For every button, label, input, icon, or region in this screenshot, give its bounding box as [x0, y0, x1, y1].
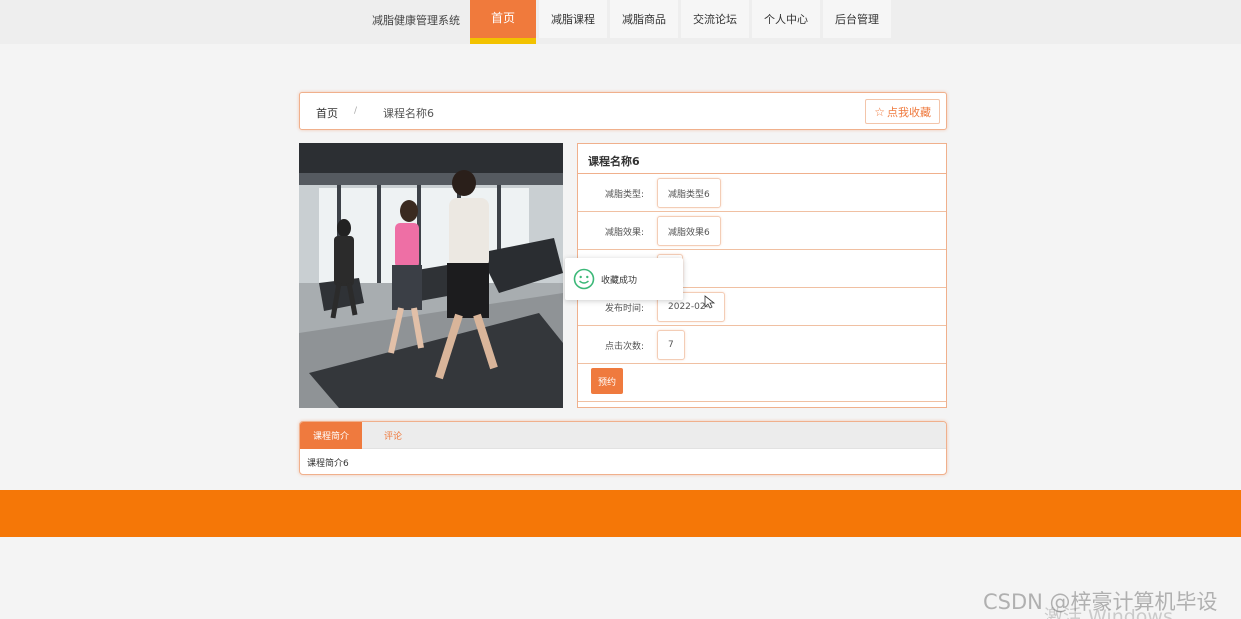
detail-row-clicks: 点击次数: 7 [578, 326, 946, 364]
star-icon: ☆ [874, 104, 885, 119]
tab-intro[interactable]: 课程简介 [300, 422, 362, 449]
toast-text: 收藏成功 [601, 275, 638, 286]
site-brand[interactable]: 减脂健康管理系统 [372, 12, 460, 28]
detail-label: 发布时间: [604, 304, 644, 314]
detail-value: 7 [657, 330, 685, 360]
page-footer [0, 490, 1241, 537]
book-button[interactable]: 预约 [591, 368, 623, 394]
nav-item-products[interactable]: 减脂商品 [610, 0, 678, 38]
breadcrumb: 首页 / 课程名称6 ☆ 点我收藏 [299, 92, 947, 130]
tab-comments[interactable]: 评论 [362, 422, 424, 449]
nav-item-home[interactable]: 首页 [470, 0, 536, 44]
course-tabs: 课程简介 评论 课程简介6 [299, 421, 947, 475]
tab-bar: 课程简介 评论 [300, 422, 946, 449]
detail-label: 点击次数: [604, 342, 644, 352]
main-nav: 首页 减脂课程 减脂商品 交流论坛 个人中心 后台管理 [470, 0, 894, 44]
nav-item-admin[interactable]: 后台管理 [823, 0, 891, 38]
course-image [299, 143, 563, 408]
breadcrumb-home[interactable]: 首页 [316, 105, 338, 121]
mouse-cursor-icon [704, 295, 716, 309]
detail-label: 减脂效果: [604, 228, 644, 238]
favorite-button-label: 点我收藏 [887, 105, 931, 119]
tab-content: 课程简介6 [307, 459, 349, 469]
favorite-button[interactable]: ☆ 点我收藏 [865, 99, 940, 124]
nav-item-courses[interactable]: 减脂课程 [539, 0, 607, 38]
detail-row-type: 减脂类型: 减脂类型6 [578, 174, 946, 212]
smile-icon [573, 268, 595, 290]
detail-value: 减脂类型6 [657, 178, 721, 208]
top-navbar: 减脂健康管理系统 首页 减脂课程 减脂商品 交流论坛 个人中心 后台管理 [0, 0, 1241, 44]
toast-message: 收藏成功 [565, 258, 683, 300]
detail-row-effect: 减脂效果: 减脂效果6 [578, 212, 946, 250]
nav-item-forum[interactable]: 交流论坛 [681, 0, 749, 38]
detail-label: 减脂类型: [604, 190, 644, 200]
csdn-watermark: CSDN @梓豪计算机毕设 [983, 590, 1218, 614]
breadcrumb-separator: / [354, 106, 358, 116]
course-title: 课程名称6 [578, 144, 946, 174]
detail-row-action: 预约 [578, 364, 946, 402]
detail-value: 减脂效果6 [657, 216, 721, 246]
breadcrumb-current: 课程名称6 [383, 107, 434, 120]
nav-item-profile[interactable]: 个人中心 [752, 0, 820, 38]
